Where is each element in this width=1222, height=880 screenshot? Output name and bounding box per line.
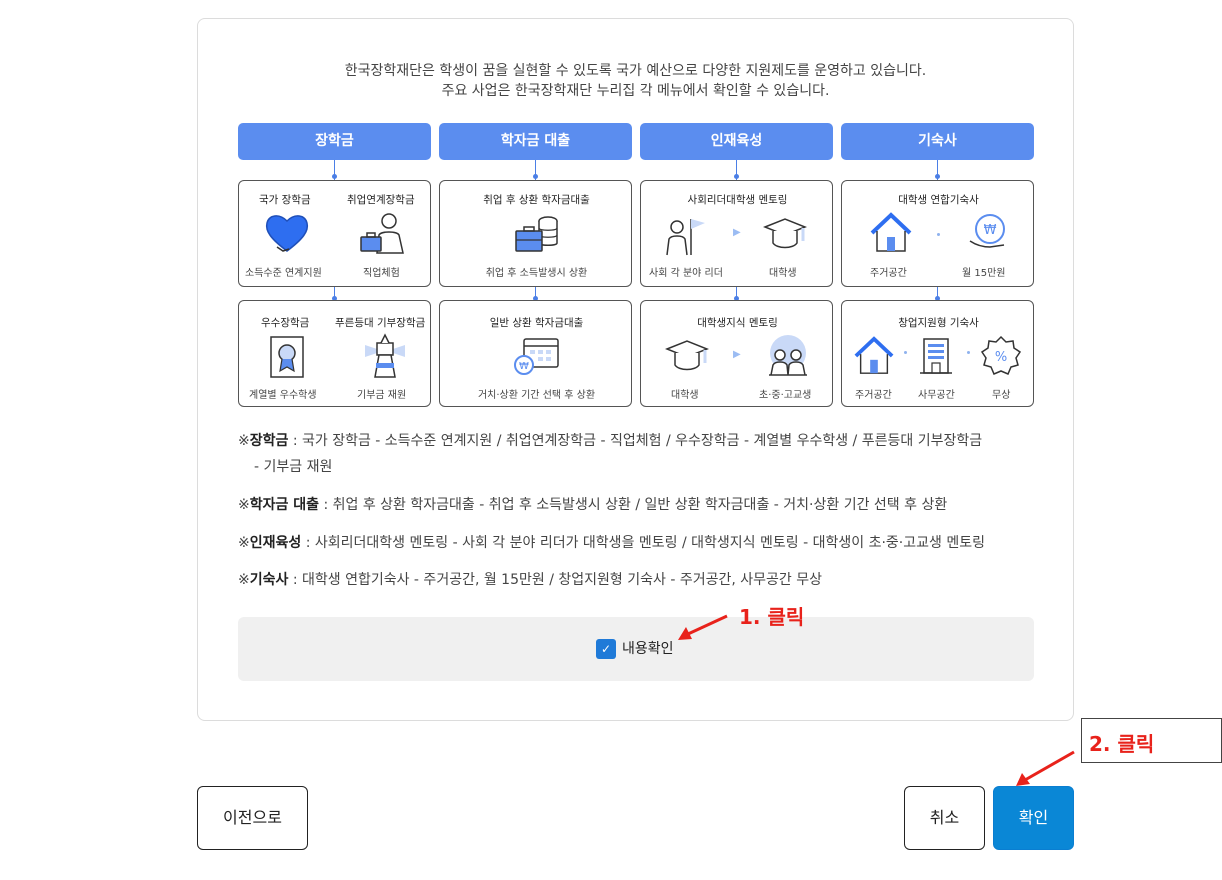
annotation-step-2-box: 2. 클릭 [1081, 718, 1222, 763]
annotation-arrows [678, 614, 1075, 786]
annotation-step-1: 1. 클릭 [739, 605, 805, 629]
annotation-step-2: 2. 클릭 [1089, 732, 1155, 756]
